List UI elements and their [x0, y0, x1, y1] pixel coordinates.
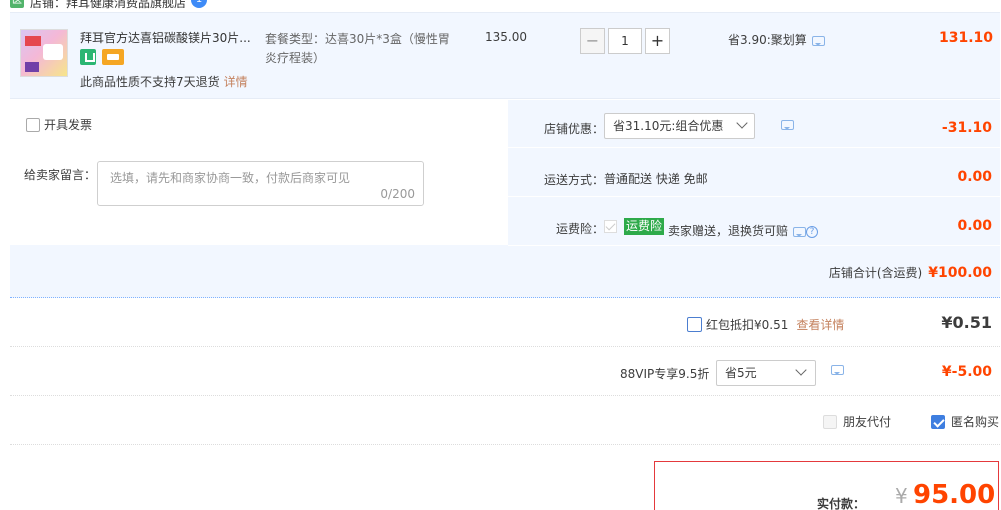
quantity-input[interactable]: 1 [608, 28, 642, 54]
shop-name[interactable]: 店铺：拜耳健康消费品旗舰店 [30, 0, 186, 10]
red-packet-details-link[interactable]: 查看详情 [796, 318, 844, 332]
invoice-checkbox[interactable] [26, 117, 40, 132]
vip-discount-row: 88VIP专享9.5折 省5元 ¥-5.00 [10, 348, 1000, 396]
insurance-checkbox [604, 220, 617, 233]
shop-discount-value: -31.10 [941, 120, 992, 136]
shop-total-label: 店铺合计(含运费) [828, 266, 923, 280]
shipping-insurance-row: 运费险： 运费险 卖家赠送，退换货可赔? 0.00 [508, 198, 1000, 246]
vip-discount-amount: ¥-5.00 [941, 364, 992, 380]
fulfillment-options: 店铺优惠： 省31.10元:组合优惠 -31.10 运送方式： 普通配送 快递 … [508, 100, 1000, 246]
invoice-option[interactable]: 开具发票 [26, 116, 92, 133]
order-options-panel: 开具发票 给卖家留言： 选填，请先和商家协商一致，付款后商家可见 0/200 店… [10, 100, 1000, 298]
shipping-method: 普通配送 快递 免邮 [604, 172, 708, 186]
thumbnail-art [43, 44, 63, 60]
quantity-stepper: −1 + [580, 28, 670, 54]
seller-message-field[interactable]: 选填，请先和商家协商一致，付款后商家可见 0/200 [97, 161, 424, 206]
item-promotion: 省3.90:聚划算 [728, 31, 825, 48]
red-packet-option[interactable]: 红包抵扣¥0.51 查看详情 [687, 316, 844, 333]
payment-label: 实付款： [817, 497, 866, 510]
chevron-down-icon [736, 117, 748, 129]
shop-discount-select[interactable]: 省31.10元:组合优惠 [604, 113, 755, 139]
shop-discount-label: 店铺优惠： [543, 122, 604, 136]
product-thumbnail[interactable] [20, 29, 68, 77]
comment-icon[interactable] [793, 226, 807, 237]
shop-header: 医 店铺：拜耳健康消费品旗舰店 1 [0, 0, 1001, 10]
comment-icon[interactable] [831, 365, 844, 375]
credit-card-badge-icon[interactable] [101, 49, 124, 65]
red-packet-row: 红包抵扣¥0.51 查看详情 ¥0.51 [10, 299, 1000, 347]
buyer-options: 开具发票 给卖家留言： 选填，请先和商家协商一致，付款后商家可见 0/200 [10, 100, 508, 245]
shop-total: 店铺合计(含运费) ¥100.00 [829, 264, 992, 281]
anonymous-purchase-label: 匿名购买 [951, 415, 1000, 429]
insurance-description: 卖家赠送，退换货可赔 [668, 224, 789, 238]
comment-icon[interactable] [811, 35, 825, 46]
insurance-label: 运费险： [555, 222, 604, 236]
vip-discount-label: 88VIP专享9.5折 [620, 367, 710, 381]
return-policy-text: 此商品性质不支持7天退货 [80, 75, 220, 89]
chevron-down-icon [795, 364, 807, 376]
friend-pay-option[interactable]: 朋友代付 [823, 413, 891, 430]
friend-pay-checkbox[interactable] [823, 414, 837, 429]
order-item-row: 拜耳官方达喜铝碳酸镁片30片... 此商品性质不支持7天退货 详情 套餐类型：达喜… [10, 12, 1000, 99]
payment-amount: 95.00 [913, 480, 996, 510]
invoice-label: 开具发票 [44, 118, 93, 132]
insurance-text: 卖家赠送，退换货可赔? [668, 222, 819, 239]
payment-summary: 实付款： ¥ 95.00 [654, 461, 999, 510]
red-packet-label: 红包抵扣¥0.51 [706, 318, 789, 332]
red-packet-amount: ¥0.51 [941, 313, 992, 332]
anonymous-purchase-checkbox[interactable] [931, 414, 945, 429]
shipping-label: 运送方式： [543, 173, 604, 187]
seller-message-label: 给卖家留言： [24, 168, 97, 182]
insurance-tag: 运费险 [624, 218, 665, 235]
guarantee-badge-icon[interactable] [80, 49, 96, 65]
insurance-value: 0.00 [957, 218, 992, 234]
thumbnail-art [25, 62, 39, 72]
comment-icon[interactable] [781, 120, 794, 130]
quantity-decrease-button[interactable]: − [580, 28, 605, 54]
shipping-row: 运送方式： 普通配送 快递 免邮 0.00 [508, 149, 1000, 197]
return-policy-details-link[interactable]: 详情 [224, 75, 248, 89]
vip-discount-selected: 省5元 [725, 366, 757, 380]
unit-price: 135.00 [485, 30, 527, 44]
chat-contact-icon[interactable]: 1 [191, 0, 207, 8]
thumbnail-art [25, 36, 41, 46]
vip-discount-select[interactable]: 省5元 [716, 360, 816, 386]
product-title[interactable]: 拜耳官方达喜铝碳酸镁片30片... [80, 29, 260, 46]
sku-description: 套餐类型：达喜30片*3盒（慢性胃炎疗程装） [265, 32, 450, 65]
quantity-increase-button[interactable]: + [645, 28, 670, 54]
payment-options-row: 朋友代付 匿名购买 [10, 397, 1000, 445]
return-policy-note: 此商品性质不支持7天退货 详情 [80, 73, 248, 90]
currency-symbol: ¥ [895, 484, 908, 508]
promotion-text: 省3.90:聚划算 [728, 33, 807, 47]
service-badges [80, 49, 126, 65]
character-counter: 0/200 [380, 187, 415, 201]
shop-total-amount: ¥100.00 [928, 265, 992, 281]
seller-message-placeholder: 选填，请先和商家协商一致，付款后商家可见 [110, 171, 351, 185]
item-subtotal: 131.10 [938, 30, 993, 46]
pharmacy-icon: 医 [10, 0, 24, 8]
friend-pay-label: 朋友代付 [843, 415, 892, 429]
red-packet-checkbox[interactable] [687, 317, 702, 332]
help-icon[interactable]: ? [806, 225, 819, 238]
shop-discount-selected: 省31.10元:组合优惠 [613, 119, 724, 133]
shop-discount-row: 店铺优惠： 省31.10元:组合优惠 -31.10 [508, 100, 1000, 148]
anonymous-purchase-option[interactable]: 匿名购买 [931, 413, 999, 430]
shipping-value: 0.00 [957, 169, 992, 185]
